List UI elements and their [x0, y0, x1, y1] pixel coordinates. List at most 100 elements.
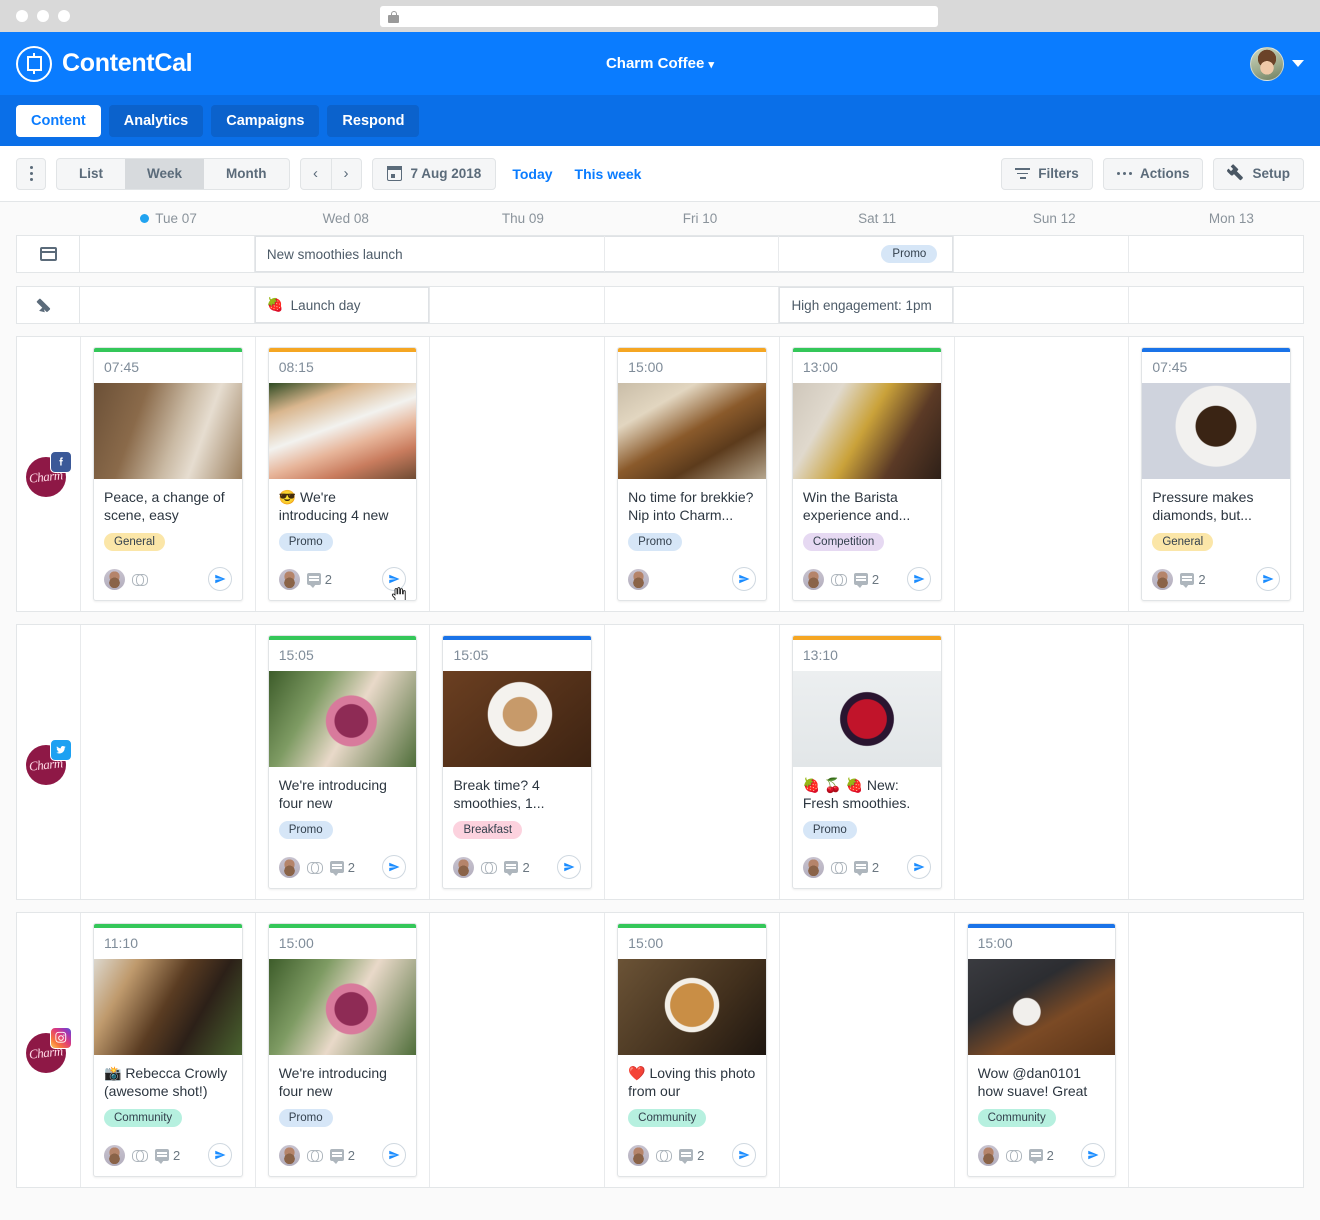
filters-button[interactable]: Filters — [1001, 158, 1093, 190]
post-card[interactable]: 15:00No time for brekkie? Nip into Charm… — [617, 347, 767, 601]
day-cell[interactable] — [1129, 625, 1303, 899]
avatar[interactable] — [1250, 47, 1284, 81]
publish-button[interactable] — [1256, 567, 1280, 591]
note-item[interactable]: 🍓Launch day — [255, 287, 429, 323]
post-card[interactable]: 15:00Wow @dan0101 how suave! Great picCo… — [967, 923, 1117, 1177]
publish-button[interactable] — [907, 567, 931, 591]
link-icon[interactable] — [132, 1150, 148, 1160]
day-cell[interactable]: 07:45Pressure makes diamonds, but...Gene… — [1129, 337, 1303, 611]
post-card[interactable]: 15:05We're introducing four new smoothie… — [268, 635, 418, 889]
post-card[interactable]: 13:00Win the Barista experience and...Co… — [792, 347, 942, 601]
app-logo[interactable]: ContentCal — [16, 46, 192, 82]
comment-count[interactable]: 2 — [679, 1148, 704, 1163]
tab-analytics[interactable]: Analytics — [109, 105, 203, 137]
publish-button[interactable] — [732, 567, 756, 591]
post-author-avatar[interactable] — [803, 569, 824, 590]
setup-button[interactable]: Setup — [1213, 158, 1304, 190]
publish-button[interactable] — [208, 1143, 232, 1167]
strip-cell[interactable] — [430, 287, 605, 323]
comment-count[interactable]: 2 — [504, 860, 529, 875]
post-author-avatar[interactable] — [628, 569, 649, 590]
post-author-avatar[interactable] — [803, 857, 824, 878]
publish-button[interactable] — [382, 855, 406, 879]
day-cell[interactable] — [430, 337, 605, 611]
workspace-selector[interactable]: Charm Coffee ▾ — [0, 55, 1320, 72]
post-author-avatar[interactable] — [104, 569, 125, 590]
more-options-button[interactable] — [16, 158, 46, 190]
comment-count[interactable]: 2 — [854, 860, 879, 875]
actions-button[interactable]: Actions — [1103, 158, 1204, 190]
post-author-avatar[interactable] — [628, 1145, 649, 1166]
day-cell[interactable]: 13:10🍓 🍒 🍓 New: Fresh smoothies.Promo2 — [780, 625, 955, 899]
post-card[interactable]: 13:10🍓 🍒 🍓 New: Fresh smoothies.Promo2 — [792, 635, 942, 889]
link-icon[interactable] — [831, 574, 847, 584]
day-cell[interactable] — [955, 337, 1130, 611]
strip-cell[interactable] — [430, 236, 605, 272]
strip-cell[interactable] — [954, 236, 1129, 272]
strip-cell[interactable] — [779, 236, 954, 272]
tab-respond[interactable]: Respond — [327, 105, 419, 137]
this-week-link[interactable]: This week — [569, 166, 648, 182]
close-button[interactable] — [16, 10, 28, 22]
post-card[interactable]: 15:00❤️ Loving this photo from our commu… — [617, 923, 767, 1177]
campaign-row-icon-cell[interactable] — [16, 235, 80, 273]
post-card[interactable]: 11:10📸 Rebecca Crowly (awesome shot!)Com… — [93, 923, 243, 1177]
post-card[interactable]: 15:00We're introducing four new smoothie… — [268, 923, 418, 1177]
strip-cell[interactable] — [1129, 236, 1303, 272]
view-month[interactable]: Month — [204, 159, 288, 189]
account-avatar-cell[interactable]: Charm — [17, 913, 81, 1187]
strip-cell[interactable]: High engagement: 1pm — [779, 287, 954, 323]
maximize-button[interactable] — [58, 10, 70, 22]
publish-button[interactable] — [907, 855, 931, 879]
notes-row-icon-cell[interactable] — [16, 286, 80, 324]
post-author-avatar[interactable] — [978, 1145, 999, 1166]
publish-button[interactable] — [1081, 1143, 1105, 1167]
publish-button[interactable] — [382, 1143, 406, 1167]
publish-button[interactable] — [208, 567, 232, 591]
day-cell[interactable]: 13:00Win the Barista experience and...Co… — [780, 337, 955, 611]
account-avatar-cell[interactable]: Charm — [17, 337, 81, 611]
comment-count[interactable]: 2 — [155, 1148, 180, 1163]
link-icon[interactable] — [656, 1150, 672, 1160]
note-item[interactable]: High engagement: 1pm — [779, 287, 953, 323]
view-list[interactable]: List — [57, 159, 125, 189]
comment-count[interactable]: 2 — [330, 1148, 355, 1163]
post-author-avatar[interactable] — [1152, 569, 1173, 590]
account-avatar-cell[interactable]: Charm — [17, 625, 81, 899]
strip-cell[interactable]: 🍓Launch day — [255, 287, 430, 323]
minimize-button[interactable] — [37, 10, 49, 22]
comment-count[interactable]: 2 — [1180, 572, 1205, 587]
day-cell[interactable] — [81, 625, 256, 899]
comment-count[interactable]: 2 — [307, 572, 332, 587]
next-week-button[interactable]: › — [331, 159, 361, 189]
day-cell[interactable]: 15:05Break time? 4 smoothies, 1...Breakf… — [430, 625, 605, 899]
tab-campaigns[interactable]: Campaigns — [211, 105, 319, 137]
post-card[interactable]: 07:45Pressure makes diamonds, but...Gene… — [1141, 347, 1291, 601]
comment-count[interactable]: 2 — [1029, 1148, 1054, 1163]
day-cell[interactable]: 07:45Peace, a change of scene, easy Coff… — [81, 337, 256, 611]
strip-cell[interactable] — [954, 287, 1129, 323]
link-icon[interactable] — [831, 862, 847, 872]
tab-content[interactable]: Content — [16, 105, 101, 137]
link-icon[interactable] — [307, 1150, 323, 1160]
post-author-avatar[interactable] — [279, 857, 300, 878]
chevron-down-icon[interactable] — [1292, 60, 1304, 67]
day-cell[interactable] — [430, 913, 605, 1187]
day-cell[interactable] — [1129, 913, 1303, 1187]
strip-cell[interactable] — [605, 287, 780, 323]
day-cell[interactable] — [780, 913, 955, 1187]
day-cell[interactable]: 15:00Wow @dan0101 how suave! Great picCo… — [955, 913, 1130, 1187]
post-card[interactable]: 08:15😎 We're introducing 4 new smoothies… — [268, 347, 418, 601]
day-cell[interactable] — [955, 625, 1130, 899]
day-cell[interactable]: 15:05We're introducing four new smoothie… — [256, 625, 431, 899]
post-author-avatar[interactable] — [104, 1145, 125, 1166]
link-icon[interactable] — [307, 862, 323, 872]
strip-cell[interactable] — [80, 236, 255, 272]
date-picker-button[interactable]: 7 Aug 2018 — [372, 158, 497, 190]
day-cell[interactable] — [605, 625, 780, 899]
view-week[interactable]: Week — [125, 159, 204, 189]
strip-cell[interactable] — [1129, 287, 1303, 323]
day-cell[interactable]: 15:00We're introducing four new smoothie… — [256, 913, 431, 1187]
post-card[interactable]: 15:05Break time? 4 smoothies, 1...Breakf… — [442, 635, 592, 889]
publish-button[interactable] — [557, 855, 581, 879]
